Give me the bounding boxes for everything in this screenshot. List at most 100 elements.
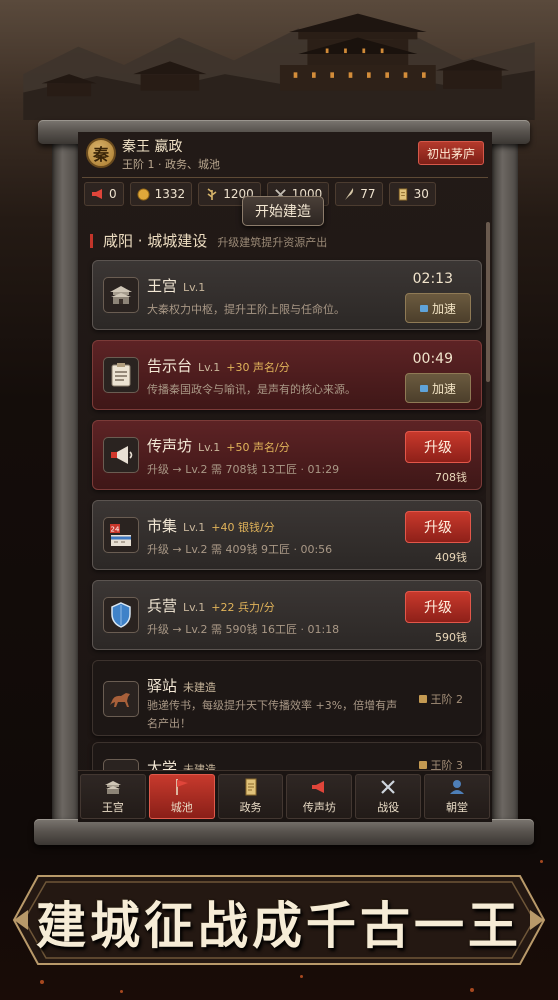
building-name: 驿站 — [147, 677, 178, 695]
banner-slogan: 建城征战成千古一王 — [36, 896, 522, 955]
scrollbar-thumb[interactable] — [486, 222, 490, 382]
section-subtitle: 升级建筑提升资源产出 — [217, 236, 328, 249]
building-name: 传声坊 — [147, 437, 193, 455]
building-desc-line: 名产出！ — [147, 717, 191, 730]
tab-label: 战役 — [377, 801, 400, 814]
notice-board-icon — [103, 357, 139, 393]
upgrade-requirement: 升级 → Lv.2 需 590钱 16工匠 · 01:18 — [147, 623, 340, 636]
unlock-requirement: 王阶 2 — [418, 691, 463, 707]
title-badge-button[interactable]: 初出茅庐 — [417, 141, 484, 165]
tab-battle[interactable]: 战役 — [355, 774, 422, 819]
horse-icon — [103, 681, 139, 717]
building-desc: 驰递传书，每级提升天下传播效率 +3%，倍增有声 名产出！ — [147, 697, 417, 733]
horn-icon — [91, 187, 105, 201]
building-level: Lv.1 — [183, 281, 206, 294]
coin-icon — [137, 187, 151, 201]
section-header: 咸阳 · 城城建设 升级建筑提升资源产出 — [90, 230, 327, 251]
build-tooltip: 开始建造 — [242, 196, 324, 226]
tab-label: 政务 — [239, 801, 262, 814]
tab-label: 城池 — [170, 801, 193, 814]
upgrade-cost: 590钱 — [435, 631, 467, 644]
building-card-megaphone[interactable]: 传声坊 Lv.1 +50 声名/分 升级 → Lv.2 需 708钱 13工匠 · … — [92, 420, 482, 490]
building-level: Lv.1 — [198, 361, 221, 374]
resource-value: 30 — [413, 187, 429, 201]
speedup-button[interactable]: 加速 — [405, 293, 471, 323]
building-level: Lv.1 — [183, 601, 206, 614]
player-header: 秦 秦王 嬴政 王阶 1 · 政务、城池 初出茅庐 — [78, 132, 492, 176]
building-card-palace[interactable]: 王宫 Lv.1 大秦权力中枢，提升王阶上限与任命位。 02:13 加速 — [92, 260, 482, 330]
building-desc: 传播秦国政令与喻讯，是声有的核心来源。 — [147, 383, 356, 396]
svg-text:24: 24 — [111, 526, 120, 534]
city-panel: 秦 秦王 嬴政 王阶 1 · 政务、城池 初出茅庐 0 1332 1200 10… — [78, 132, 492, 822]
tab-label: 传声坊 — [302, 801, 336, 814]
resource-value: 0 — [109, 187, 117, 201]
building-bonus: +30 声名/分 — [226, 361, 290, 374]
tab-megaphone[interactable]: 传声坊 — [286, 774, 353, 819]
building-name: 市集 — [147, 517, 178, 535]
building-desc: 大秦权力中枢，提升王阶上限与任命位。 — [147, 303, 345, 316]
building-name: 王宫 — [147, 277, 178, 295]
upgrade-cost: 708钱 — [435, 471, 467, 484]
upgrade-button[interactable]: 升级 — [405, 511, 471, 543]
building-level: Lv.1 — [198, 441, 221, 454]
frame-pillar-left — [52, 136, 78, 825]
building-card-market[interactable]: 24 市集 Lv.1 +40 银钱/分 升级 → Lv.2 需 409钱 9工匠 ·… — [92, 500, 482, 570]
court-icon — [449, 778, 465, 796]
frame-bottom-beam — [34, 819, 534, 845]
feather-icon — [342, 187, 356, 201]
resource-chip[interactable]: 1332 — [129, 182, 193, 206]
speedup-label: 加速 — [431, 381, 456, 396]
tab-affairs[interactable]: 政务 — [217, 774, 284, 819]
shield-icon — [103, 597, 139, 633]
palace-skyline-art — [23, 13, 535, 120]
scroll-icon — [396, 187, 410, 201]
section-accent — [90, 233, 93, 248]
promo-banner: 建城征战成千古一王 — [10, 872, 548, 968]
player-name: 秦王 嬴政 — [122, 139, 183, 155]
building-card-barracks[interactable]: 兵营 Lv.1 +22 兵力/分 升级 → Lv.2 需 590钱 16工匠 · 0… — [92, 580, 482, 650]
flag-icon — [174, 778, 190, 796]
resource-chip[interactable]: 30 — [388, 182, 436, 206]
building-card-notice-board[interactable]: 告示台 Lv.1 +30 声名/分 传播秦国政令与喻讯，是声有的核心来源。 00:4… — [92, 340, 482, 410]
resource-chip[interactable]: 77 — [335, 182, 383, 206]
resource-value: 1332 — [154, 187, 186, 201]
scroll-icon — [243, 778, 259, 796]
ticket-icon — [419, 384, 428, 392]
lock-icon — [418, 695, 427, 703]
tab-city[interactable]: 城池 — [148, 774, 215, 819]
upgrade-cost: 409钱 — [435, 551, 467, 564]
scrollbar[interactable] — [486, 222, 490, 782]
building-card-relay-station[interactable]: 驿站 未建造 驰递传书，每级提升天下传播效率 +3%，倍增有声 名产出！ 王阶 2 — [92, 660, 482, 736]
building-name: 兵营 — [147, 597, 178, 615]
resource-value: 77 — [360, 187, 376, 201]
building-bonus: +40 银钱/分 — [211, 521, 275, 534]
grain-icon — [205, 187, 219, 201]
megaphone-icon — [310, 778, 328, 796]
palace-icon — [104, 778, 122, 796]
palace-icon — [103, 277, 139, 313]
build-timer: 00:49 — [412, 351, 453, 367]
ticket-icon — [419, 304, 428, 312]
building-level: Lv.1 — [183, 521, 206, 534]
tab-palace[interactable]: 王宫 — [80, 774, 146, 819]
lock-icon — [418, 761, 427, 769]
upgrade-requirement: 升级 → Lv.2 需 409钱 9工匠 · 00:56 — [147, 543, 333, 556]
building-status: 未建造 — [183, 681, 217, 694]
building-name: 告示台 — [147, 357, 193, 375]
megaphone-icon — [103, 437, 139, 473]
player-rank: 王阶 1 · 政务、城池 — [122, 158, 220, 171]
tab-court[interactable]: 朝堂 — [424, 774, 490, 819]
bottom-nav: 王宫 城池 政务 传声坊 战役 朝堂 — [78, 770, 492, 822]
speedup-button[interactable]: 加速 — [405, 373, 471, 403]
upgrade-button[interactable]: 升级 — [405, 431, 471, 463]
section-title: 咸阳 · 城城建设 — [103, 232, 208, 250]
swords-icon — [380, 778, 396, 796]
header-divider — [82, 177, 488, 178]
market-icon: 24 — [103, 517, 139, 553]
speedup-label: 加速 — [431, 301, 456, 316]
tab-label: 王宫 — [101, 801, 124, 814]
building-desc-line: 驰递传书，每级提升天下传播效率 +3%，倍增有声 — [147, 699, 398, 712]
resource-chip[interactable]: 0 — [84, 182, 124, 206]
upgrade-requirement: 升级 → Lv.2 需 708钱 13工匠 · 01:29 — [147, 463, 340, 476]
upgrade-button[interactable]: 升级 — [405, 591, 471, 623]
